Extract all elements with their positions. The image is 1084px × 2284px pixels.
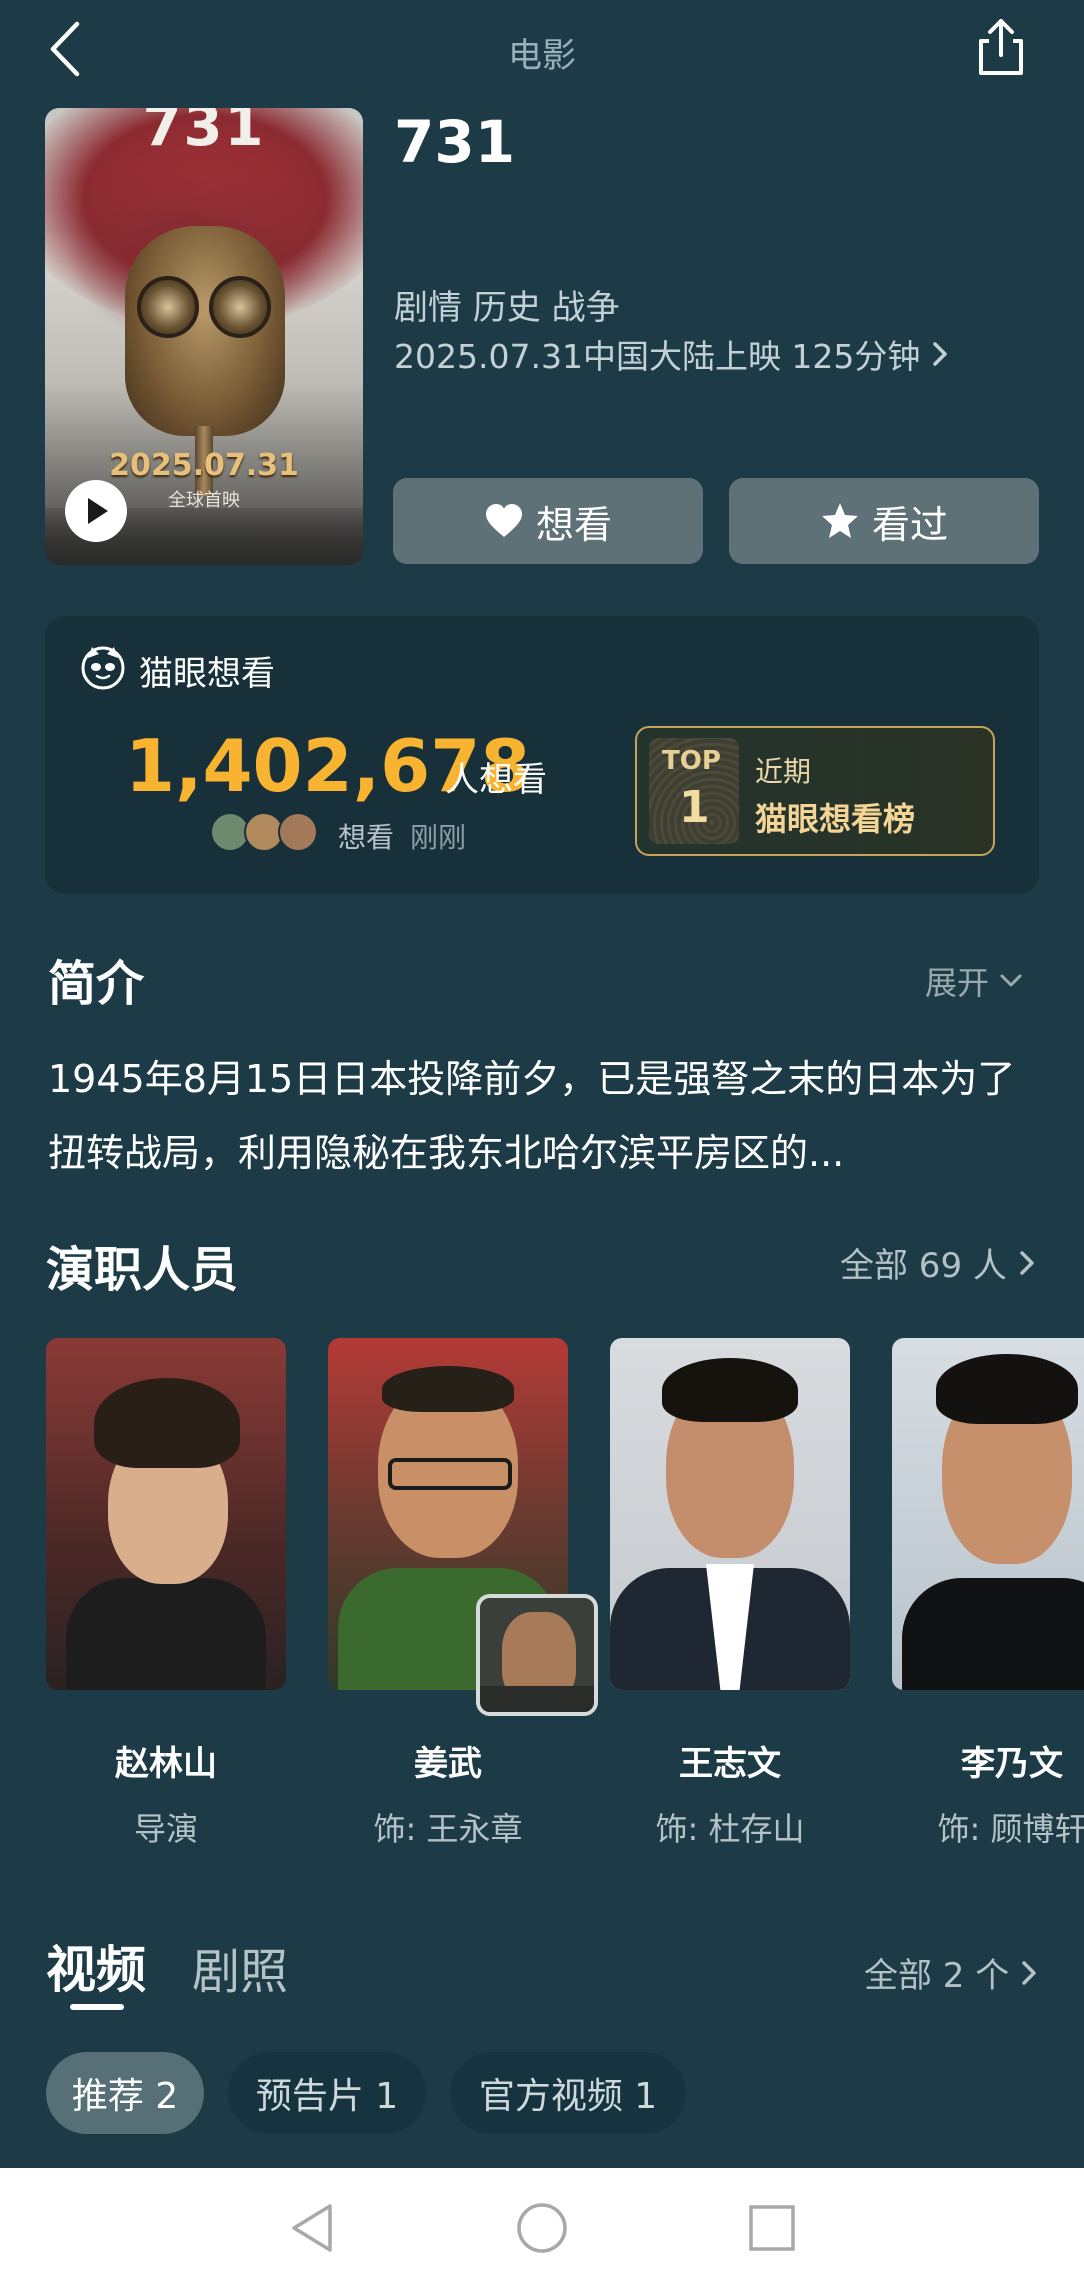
ranking-badge[interactable]: TOP 1 近期 猫眼想看榜 [635, 726, 995, 856]
avatar [278, 812, 318, 852]
poster-title: 731 [142, 108, 266, 159]
system-navigation-bar [0, 2168, 1084, 2284]
cast-role: 导演 [133, 1810, 198, 1848]
cast-hair [662, 1358, 798, 1422]
cast-hair [94, 1378, 240, 1468]
rank-period: 近期 [755, 755, 812, 788]
want-to-watch-button[interactable]: 想看 [393, 478, 703, 564]
all-cast-link[interactable]: 全部 69 人 [840, 1238, 1035, 1287]
chip-trailer[interactable]: 预告片 1 [228, 2052, 426, 2134]
chevron-right-icon [1022, 1960, 1036, 1985]
chevron-down-icon [1000, 974, 1022, 987]
cast-photo [892, 1338, 1084, 1690]
cast-hair [936, 1354, 1078, 1424]
cast-glasses [388, 1458, 512, 1490]
play-icon [88, 498, 108, 524]
want-to-watch-label: 想看 [535, 502, 612, 547]
rank-top-label: TOP [662, 746, 721, 776]
cast-body [902, 1578, 1084, 1690]
character-body [480, 1686, 594, 1712]
expand-label: 展开 [925, 964, 990, 1002]
cast-role: 饰: 王永章 [373, 1810, 523, 1848]
cast-role: 饰: 杜存山 [655, 1810, 805, 1848]
cast-name: 李乃文 [961, 1744, 1063, 1784]
active-tab-indicator [70, 2004, 124, 2010]
character-thumbnail [476, 1594, 598, 1716]
cast-photo [610, 1338, 850, 1690]
expand-synopsis-button[interactable]: 展开 [925, 958, 1023, 1004]
tab-stills[interactable]: 剧照 [192, 1932, 288, 2002]
recent-action: 想看 [338, 821, 395, 854]
watched-button[interactable]: 看过 [729, 478, 1039, 564]
share-button[interactable] [970, 14, 1032, 80]
cast-photo [46, 1338, 286, 1690]
cast-heading: 演职人员 [46, 1242, 239, 1298]
cast-body [66, 1578, 266, 1690]
cast-member-card[interactable]: 赵林山 导演 [46, 1338, 286, 1858]
movie-poster[interactable]: 731 2025.07.31 全球首映 [45, 108, 363, 565]
cast-hair [382, 1366, 514, 1412]
chevron-right-icon [933, 342, 948, 366]
maoyan-want-card: 猫眼想看 1,402,678 人想看 想看 刚刚 TOP 1 近期 猫眼想看榜 [45, 616, 1039, 894]
cast-member-card[interactable]: 王志文 饰: 杜存山 [610, 1338, 850, 1858]
nav-home-button[interactable] [512, 2198, 572, 2258]
watched-label: 看过 [871, 502, 948, 547]
cast-name: 王志文 [679, 1744, 781, 1784]
recent-user-avatars [210, 812, 318, 852]
goggle-left [137, 276, 199, 338]
nav-back-icon [292, 2204, 332, 2252]
top-bar: 电影 [0, 0, 1084, 100]
poster-date: 2025.07.31 [109, 448, 299, 483]
page-title: 电影 [508, 36, 576, 76]
nav-home-icon [517, 2203, 567, 2253]
all-videos-link[interactable]: 全部 2 个 [864, 1948, 1037, 1997]
nav-recents-button[interactable] [742, 2198, 802, 2258]
chevron-right-icon [1020, 1250, 1034, 1275]
synopsis-heading: 简介 [48, 956, 145, 1012]
cast-member-card[interactable]: 姜武 饰: 王永章 [328, 1338, 598, 1858]
synopsis-text: 1945年8月15日日本投降前夕，已是强弩之末的日本为了扭转战局，利用隐秘在我东… [48, 1057, 1016, 1175]
share-icon [979, 19, 1023, 75]
cat-eye-logo-icon [81, 646, 125, 690]
want-count-suffix: 人想看 [445, 760, 547, 800]
all-cast-label: 全部 69 人 [840, 1246, 1007, 1286]
want-card-title: 猫眼想看 [139, 654, 275, 694]
nav-back-button[interactable] [282, 2198, 342, 2258]
play-trailer-button[interactable] [65, 480, 127, 542]
movie-title: 731 [394, 108, 516, 176]
movie-genres: 剧情 历史 战争 [394, 288, 620, 328]
rank-medal: TOP 1 [649, 738, 739, 844]
chip-recommended[interactable]: 推荐 2 [46, 2052, 204, 2134]
release-info-link[interactable]: 2025.07.31中国大陆上映 125分钟 [394, 330, 948, 378]
release-info: 2025.07.31中国大陆上映 125分钟 [394, 337, 921, 376]
rank-number: 1 [679, 782, 710, 833]
rank-list-name: 猫眼想看榜 [755, 800, 916, 838]
all-videos-label: 全部 2 个 [864, 1956, 1010, 1996]
recent-time: 刚刚 [410, 821, 467, 854]
heart-icon [485, 504, 522, 537]
chip-official-video[interactable]: 官方视频 1 [450, 2052, 686, 2134]
cast-role: 饰: 顾博轩 [937, 1810, 1084, 1848]
tab-videos[interactable]: 视频 [46, 1930, 146, 2002]
cast-member-card[interactable]: 李乃文 饰: 顾博轩 [892, 1338, 1084, 1858]
goggle-right [209, 276, 271, 338]
star-icon [821, 503, 858, 538]
nav-recents-icon [749, 2205, 795, 2251]
cast-name: 赵林山 [115, 1744, 217, 1784]
cast-name: 姜武 [414, 1744, 482, 1784]
